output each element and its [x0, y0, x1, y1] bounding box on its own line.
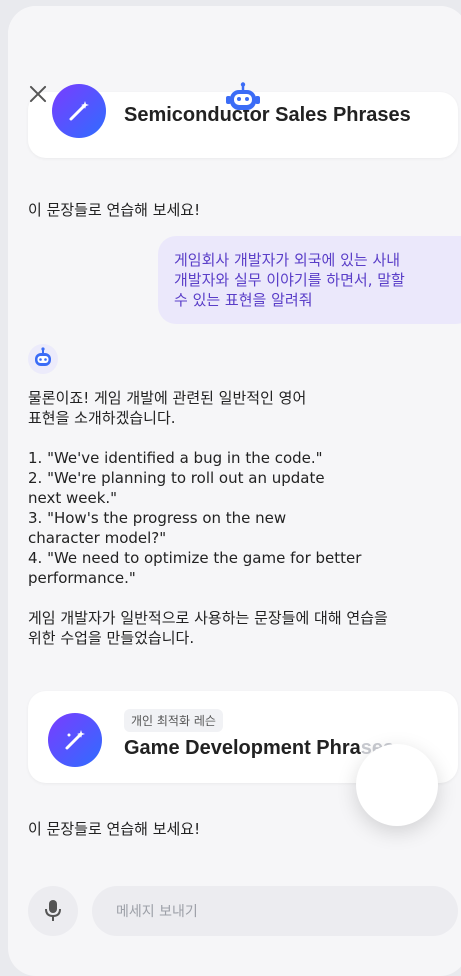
- practice-prompt: 이 문장들로 연습해 보세요!: [28, 201, 201, 219]
- lesson-badge: 개인 최적화 레슨: [124, 709, 223, 732]
- magic-wand-icon: [48, 713, 102, 767]
- message-input-placeholder: 메세지 보내기: [116, 904, 198, 920]
- lesson-title-main: Game Development Phra: [124, 737, 361, 759]
- practice-prompt: 이 문장들로 연습해 보세요!: [28, 820, 201, 838]
- magic-wand-icon: [52, 84, 106, 138]
- robot-icon: [226, 82, 260, 112]
- floating-action-button[interactable]: [356, 744, 438, 826]
- microphone-button[interactable]: [28, 886, 78, 936]
- robot-avatar-icon: [28, 344, 58, 374]
- microphone-icon: [45, 900, 61, 921]
- lesson-title: Game Development Phrases: [124, 737, 394, 760]
- user-message-bubble: 게임회사 개발자가 외국에 있는 사내 개발자와 실무 이야기를 하면서, 말할…: [158, 236, 461, 324]
- chat-screen: Semiconductor Sales Phrases 이 문장들로 연습해 보…: [8, 6, 461, 976]
- lesson-title: Semiconductor Sales Phrases: [124, 104, 411, 126]
- close-icon[interactable]: [26, 82, 50, 106]
- bot-message: 물론이죠! 게임 개발에 관련된 일반적인 영어 표현을 소개하겠습니다. 1.…: [28, 389, 388, 647]
- message-input[interactable]: 메세지 보내기: [92, 886, 458, 936]
